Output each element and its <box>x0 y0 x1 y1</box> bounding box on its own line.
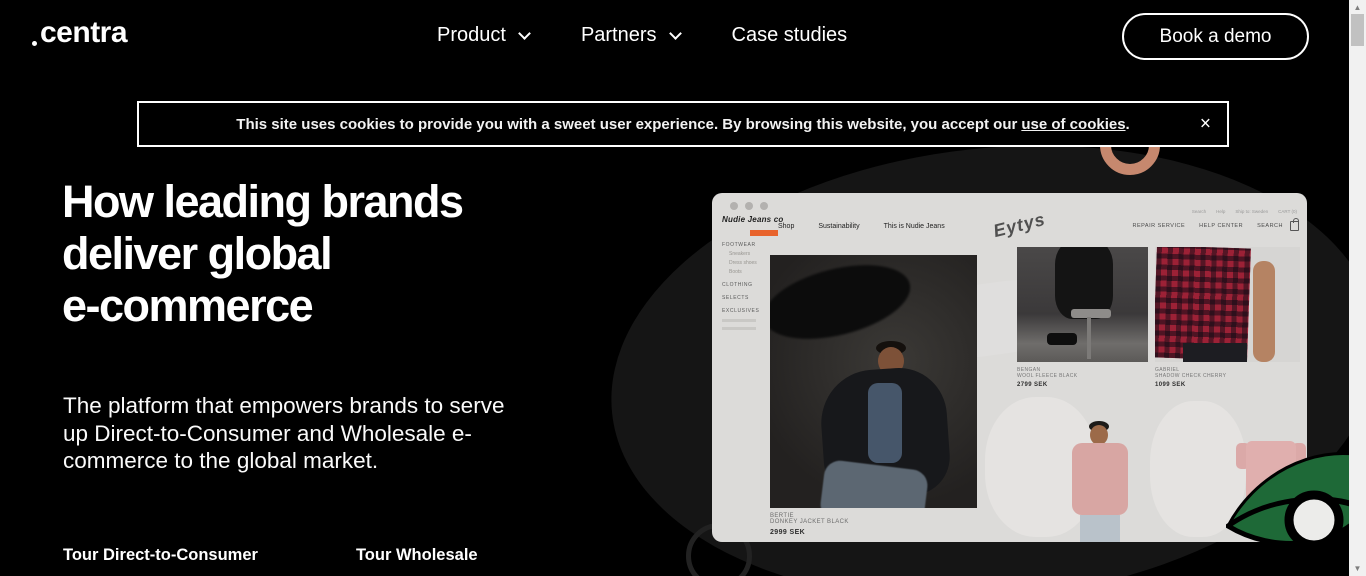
window-dot-icon <box>745 202 753 210</box>
logo-text: centra <box>40 16 128 49</box>
chevron-down-icon <box>518 27 531 40</box>
store-logo: Nudie Jeans co <box>722 215 784 224</box>
chevron-down-icon <box>668 27 682 40</box>
centra-logo[interactable]: centra <box>32 16 128 50</box>
nav-item-case-studies[interactable]: Case studies <box>732 24 848 47</box>
shoe-shape <box>1047 333 1077 345</box>
book-a-demo-button[interactable]: Book a demo <box>1122 13 1309 60</box>
store-cart-label: CART (0) <box>1278 209 1297 214</box>
scroll-down-arrow-icon[interactable]: ▼ <box>1349 564 1366 573</box>
eytys-overlay-logo: Eytys <box>991 208 1048 242</box>
jeans-shape <box>1080 515 1120 542</box>
product-variant: WOOL FLEECE BLACK <box>1017 373 1078 379</box>
nav-item-label: Product <box>437 24 506 46</box>
store-nav-this-is-nudie-jeans: This is Nudie Jeans <box>883 223 945 230</box>
heading-line: How leading brands <box>62 176 464 227</box>
store-repair-service-label: REPAIR SERVICE <box>1132 223 1186 229</box>
product-label-bengan: BENGAN WOOL FLEECE BLACK 2799 SEK <box>1017 367 1078 388</box>
model-denim-shape <box>868 383 902 463</box>
window-dot-icon <box>760 202 768 210</box>
store-nav-shop: Shop <box>778 223 795 230</box>
pink-sweater-model-photo <box>1050 421 1150 542</box>
stool-leg-shape <box>1087 317 1091 359</box>
store-help-center-label: HELP CENTER <box>1199 223 1244 229</box>
arm-shape <box>1253 261 1275 362</box>
model-head-shape <box>1090 425 1108 445</box>
scrollbar[interactable]: ▲ ▼ <box>1349 0 1366 576</box>
product-photo-bertie <box>770 255 977 508</box>
store-utility-bottom: REPAIR SERVICE HELP CENTER SEARCH <box>1133 223 1284 229</box>
window-traffic-lights <box>730 202 768 210</box>
pink-sweater-shape <box>1072 443 1128 515</box>
page: centra Product Partners Case studies Boo… <box>0 0 1366 576</box>
product-variant: DONKEY JACKET BLACK <box>770 519 849 525</box>
nav-item-label: Case studies <box>731 24 848 46</box>
nav-item-label: Partners <box>580 24 657 46</box>
browser-mockup: Nudie Jeans co Shop Sustainability This … <box>712 193 1307 542</box>
scroll-up-arrow-icon[interactable]: ▲ <box>1349 3 1366 12</box>
nav-item-product[interactable]: Product <box>437 24 531 47</box>
product-price: 2799 SEK <box>1017 382 1048 388</box>
sidebar-section-footwear: FOOTWEAR <box>722 242 756 248</box>
cookie-text: This site uses cookies to provide you wi… <box>236 116 1129 133</box>
sidebar-faint-item <box>722 319 756 322</box>
store-nav-sustainability: Sustainability <box>818 223 860 230</box>
cookie-banner: This site uses cookies to provide you wi… <box>137 101 1229 147</box>
nav-item-partners[interactable]: Partners <box>580 24 682 47</box>
window-dot-icon <box>730 202 738 210</box>
store-shipto-label: Ship to: Sweden <box>1235 209 1269 214</box>
page-title: How leading brands deliver global e-comm… <box>62 176 464 332</box>
cart-bag-icon <box>1290 218 1299 231</box>
product-variant: SHADOW CHECK CHERRY <box>1155 373 1227 379</box>
product-price: 1099 SEK <box>1155 382 1186 388</box>
green-eye-illustration <box>1226 451 1366 550</box>
stool-shape <box>1071 309 1111 318</box>
store-help-label: Help <box>1216 209 1226 214</box>
product-label-bertie: BERTIE DONKEY JACKET BLACK 2999 SEK <box>770 513 849 536</box>
cookie-text-after: . <box>1125 115 1130 133</box>
eye-iris <box>1284 490 1344 550</box>
close-icon[interactable]: × <box>1200 115 1211 134</box>
store-search-link-label: SEARCH <box>1257 223 1283 229</box>
product-price: 2999 SEK <box>770 529 806 536</box>
tour-wholesale-link[interactable]: Tour Wholesale <box>356 546 478 565</box>
heading-line: e-commerce <box>62 280 314 331</box>
cookie-text-before: This site uses cookies to provide you wi… <box>236 115 1018 133</box>
tour-links: Tour Direct-to-Consumer Tour Wholesale <box>63 546 478 565</box>
main-nav: Product Partners Case studies <box>437 24 899 47</box>
sidebar-faint-item <box>722 327 756 330</box>
dark-jeans-shape <box>1183 343 1247 362</box>
use-of-cookies-link[interactable]: use of cookies <box>1021 116 1125 133</box>
store-nav: Shop Sustainability This is Nudie Jeans <box>778 223 969 230</box>
product-label-gabriel: GABRIEL SHADOW CHECK CHERRY 1099 SEK <box>1155 367 1226 388</box>
hero-paragraph: The platform that empowers brands to ser… <box>63 393 505 473</box>
product-photo-bengan <box>1017 247 1148 362</box>
logo-dot-icon <box>32 41 37 46</box>
tour-direct-to-consumer-link[interactable]: Tour Direct-to-Consumer <box>63 546 258 565</box>
store-utility-top: Search Help Ship to: Sweden CART (0) <box>1192 209 1297 214</box>
scrollbar-thumb[interactable] <box>1351 14 1364 46</box>
store-search-label: Search <box>1191 209 1207 214</box>
product-photo-gabriel <box>1155 247 1300 362</box>
heading-line: deliver global <box>62 228 333 279</box>
black-sneaker-shape <box>770 255 918 353</box>
